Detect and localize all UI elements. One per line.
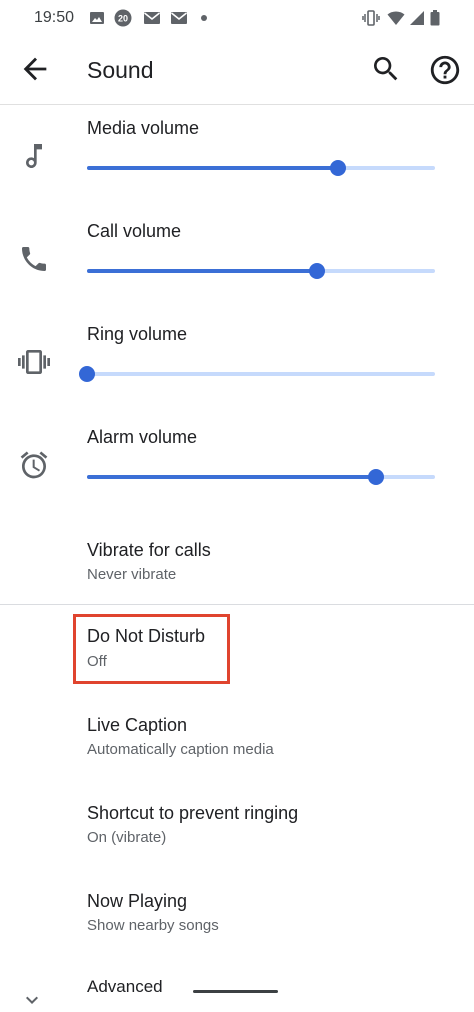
slider-thumb[interactable] [329,160,346,176]
search-icon[interactable] [370,53,402,85]
advanced-underline [193,990,278,993]
now-playing-subtitle: Show nearby songs [87,917,219,934]
live-caption-subtitle: Automatically caption media [87,741,274,758]
slider-thumb[interactable] [79,366,95,382]
vibrate-for-calls-title: Vibrate for calls [87,540,211,560]
mail-icon [171,12,187,24]
shortcut-prevent-ringing-title: Shortcut to prevent ringing [87,803,299,823]
vibrate-icon [18,350,50,374]
slider-fill [87,475,376,479]
media-volume-slider[interactable] [87,160,435,176]
svg-text:20: 20 [118,14,128,24]
media-volume-label: Media volume [87,118,200,138]
chevron-down-icon [26,996,38,1004]
call-volume-label: Call volume [87,221,182,241]
media-volume-row: Media volume [0,118,474,221]
slider-fill [87,269,317,273]
ring-volume-row: Ring volume [0,324,474,427]
divider [0,604,474,605]
signal-icon [410,11,424,25]
app-bar: Sound [0,38,474,105]
shortcut-prevent-ringing-subtitle: On (vibrate) [87,829,167,846]
slider-thumb[interactable] [367,469,384,485]
image-icon [90,12,104,24]
slider-fill [87,166,338,170]
live-caption-row[interactable]: Live Caption Automatically caption media [0,704,474,774]
shortcut-prevent-ringing-row[interactable]: Shortcut to prevent ringing On (vibrate) [0,792,474,862]
badge-20-icon: 20 [114,9,132,27]
vibrate-for-calls-subtitle: Never vibrate [87,566,177,583]
call-volume-row: Call volume [0,221,474,324]
advanced-title: Advanced [87,977,163,996]
alarm-volume-row: Alarm volume [0,427,474,530]
page-title: Sound [87,57,154,83]
dot-icon [201,15,207,21]
phone-icon [22,247,46,271]
ring-volume-slider[interactable] [79,366,435,382]
status-bar: 19:50 20 [0,0,474,38]
status-time: 19:50 [34,9,75,26]
battery-icon [430,10,440,26]
advanced-row[interactable]: Advanced [0,968,474,1004]
slider-thumb[interactable] [308,263,325,279]
vibrate-icon [362,10,380,26]
call-volume-slider[interactable] [87,263,435,279]
live-caption-title: Live Caption [87,715,188,735]
highlight-box [73,614,230,684]
now-playing-title: Now Playing [87,891,188,911]
do-not-disturb-row[interactable]: Do Not Disturb Off [0,615,474,685]
music-note-icon [26,144,42,169]
alarm-volume-label: Alarm volume [87,427,198,447]
arrow-back-icon[interactable] [18,52,52,86]
vibrate-for-calls-row[interactable]: Vibrate for calls Never vibrate [0,530,474,598]
mail-icon [144,12,160,24]
now-playing-row[interactable]: Now Playing Show nearby songs [0,880,474,950]
help-icon[interactable] [428,53,462,87]
wifi-icon [387,11,405,25]
alarm-icon [20,451,48,479]
alarm-volume-slider[interactable] [87,469,435,485]
ring-volume-label: Ring volume [87,324,188,344]
